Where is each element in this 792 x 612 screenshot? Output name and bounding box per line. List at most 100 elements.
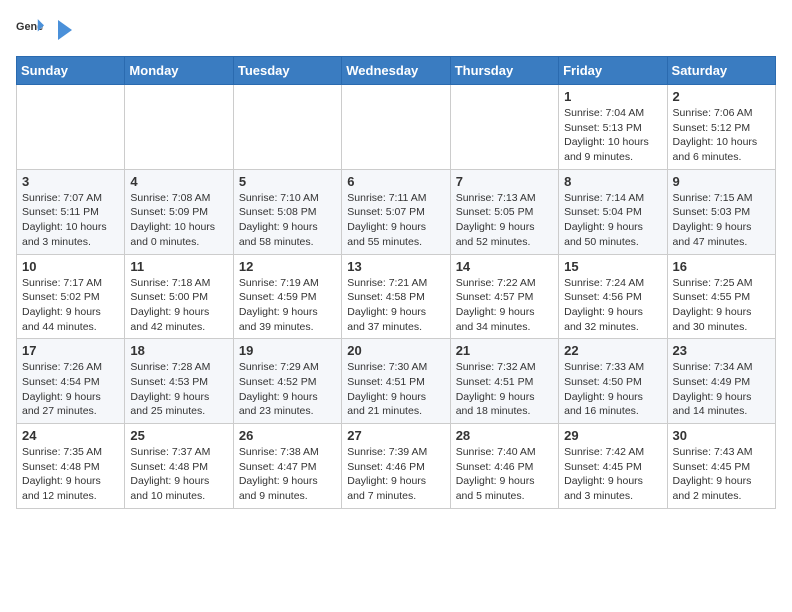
calendar-day-cell: 14 Sunrise: 7:22 AM Sunset: 4:57 PM Dayli…	[450, 254, 558, 339]
day-info: Sunrise: 7:40 AM Sunset: 4:46 PM Dayligh…	[456, 445, 553, 504]
calendar-day-cell: 23 Sunrise: 7:34 AM Sunset: 4:49 PM Dayli…	[667, 339, 775, 424]
day-number: 3	[22, 174, 119, 189]
day-number: 26	[239, 428, 336, 443]
weekday-header: Wednesday	[342, 57, 450, 85]
day-number: 13	[347, 259, 444, 274]
day-number: 7	[456, 174, 553, 189]
calendar-day-cell: 6 Sunrise: 7:11 AM Sunset: 5:07 PM Daylig…	[342, 169, 450, 254]
day-info: Sunrise: 7:08 AM Sunset: 5:09 PM Dayligh…	[130, 191, 227, 250]
calendar-day-cell: 19 Sunrise: 7:29 AM Sunset: 4:52 PM Dayli…	[233, 339, 341, 424]
day-info: Sunrise: 7:34 AM Sunset: 4:49 PM Dayligh…	[673, 360, 770, 419]
calendar-day-cell: 1 Sunrise: 7:04 AM Sunset: 5:13 PM Daylig…	[559, 85, 667, 170]
day-number: 17	[22, 343, 119, 358]
logo-arrow-icon	[52, 18, 76, 42]
calendar: SundayMondayTuesdayWednesdayThursdayFrid…	[16, 56, 776, 509]
day-info: Sunrise: 7:21 AM Sunset: 4:58 PM Dayligh…	[347, 276, 444, 335]
day-info: Sunrise: 7:30 AM Sunset: 4:51 PM Dayligh…	[347, 360, 444, 419]
day-number: 21	[456, 343, 553, 358]
day-info: Sunrise: 7:07 AM Sunset: 5:11 PM Dayligh…	[22, 191, 119, 250]
day-number: 5	[239, 174, 336, 189]
weekday-header: Sunday	[17, 57, 125, 85]
day-info: Sunrise: 7:17 AM Sunset: 5:02 PM Dayligh…	[22, 276, 119, 335]
calendar-day-cell: 28 Sunrise: 7:40 AM Sunset: 4:46 PM Dayli…	[450, 424, 558, 509]
day-info: Sunrise: 7:14 AM Sunset: 5:04 PM Dayligh…	[564, 191, 661, 250]
calendar-day-cell: 24 Sunrise: 7:35 AM Sunset: 4:48 PM Dayli…	[17, 424, 125, 509]
calendar-day-cell: 13 Sunrise: 7:21 AM Sunset: 4:58 PM Dayli…	[342, 254, 450, 339]
calendar-day-cell: 2 Sunrise: 7:06 AM Sunset: 5:12 PM Daylig…	[667, 85, 775, 170]
calendar-day-cell: 5 Sunrise: 7:10 AM Sunset: 5:08 PM Daylig…	[233, 169, 341, 254]
day-number: 25	[130, 428, 227, 443]
calendar-day-cell: 18Sunrise: 7:28 AM Sunset: 4:53 PM Dayli…	[125, 339, 233, 424]
calendar-day-cell: 7 Sunrise: 7:13 AM Sunset: 5:05 PM Daylig…	[450, 169, 558, 254]
day-number: 4	[130, 174, 227, 189]
day-number: 27	[347, 428, 444, 443]
logo-icon: General	[16, 16, 44, 44]
calendar-day-cell: 11Sunrise: 7:18 AM Sunset: 5:00 PM Dayli…	[125, 254, 233, 339]
calendar-day-cell: 17 Sunrise: 7:26 AM Sunset: 4:54 PM Dayli…	[17, 339, 125, 424]
calendar-day-cell: 15Sunrise: 7:24 AM Sunset: 4:56 PM Dayli…	[559, 254, 667, 339]
day-info: Sunrise: 7:28 AM Sunset: 4:53 PM Dayligh…	[130, 360, 227, 419]
day-info: Sunrise: 7:43 AM Sunset: 4:45 PM Dayligh…	[673, 445, 770, 504]
calendar-day-cell: 21 Sunrise: 7:32 AM Sunset: 4:51 PM Dayli…	[450, 339, 558, 424]
day-number: 16	[673, 259, 770, 274]
day-info: Sunrise: 7:29 AM Sunset: 4:52 PM Dayligh…	[239, 360, 336, 419]
weekday-header: Tuesday	[233, 57, 341, 85]
day-number: 14	[456, 259, 553, 274]
header: General	[16, 16, 776, 44]
weekday-header: Saturday	[667, 57, 775, 85]
day-info: Sunrise: 7:15 AM Sunset: 5:03 PM Dayligh…	[673, 191, 770, 250]
day-number: 9	[673, 174, 770, 189]
calendar-day-cell: 26 Sunrise: 7:38 AM Sunset: 4:47 PM Dayli…	[233, 424, 341, 509]
day-number: 1	[564, 89, 661, 104]
calendar-day-cell: 3 Sunrise: 7:07 AM Sunset: 5:11 PM Daylig…	[17, 169, 125, 254]
calendar-day-cell	[342, 85, 450, 170]
day-info: Sunrise: 7:37 AM Sunset: 4:48 PM Dayligh…	[130, 445, 227, 504]
calendar-day-cell: 30 Sunrise: 7:43 AM Sunset: 4:45 PM Dayli…	[667, 424, 775, 509]
day-info: Sunrise: 7:10 AM Sunset: 5:08 PM Dayligh…	[239, 191, 336, 250]
calendar-day-cell: 12 Sunrise: 7:19 AM Sunset: 4:59 PM Dayli…	[233, 254, 341, 339]
calendar-day-cell	[125, 85, 233, 170]
day-info: Sunrise: 7:24 AM Sunset: 4:56 PM Dayligh…	[564, 276, 661, 335]
day-number: 28	[456, 428, 553, 443]
day-info: Sunrise: 7:13 AM Sunset: 5:05 PM Dayligh…	[456, 191, 553, 250]
day-info: Sunrise: 7:06 AM Sunset: 5:12 PM Dayligh…	[673, 106, 770, 165]
day-number: 6	[347, 174, 444, 189]
day-info: Sunrise: 7:35 AM Sunset: 4:48 PM Dayligh…	[22, 445, 119, 504]
weekday-header: Friday	[559, 57, 667, 85]
calendar-week-row: 24 Sunrise: 7:35 AM Sunset: 4:48 PM Dayli…	[17, 424, 776, 509]
day-number: 29	[564, 428, 661, 443]
calendar-day-cell: 16 Sunrise: 7:25 AM Sunset: 4:55 PM Dayli…	[667, 254, 775, 339]
day-number: 22	[564, 343, 661, 358]
day-info: Sunrise: 7:25 AM Sunset: 4:55 PM Dayligh…	[673, 276, 770, 335]
calendar-day-cell: 9 Sunrise: 7:15 AM Sunset: 5:03 PM Daylig…	[667, 169, 775, 254]
calendar-day-cell	[17, 85, 125, 170]
day-info: Sunrise: 7:38 AM Sunset: 4:47 PM Dayligh…	[239, 445, 336, 504]
day-number: 24	[22, 428, 119, 443]
calendar-week-row: 17 Sunrise: 7:26 AM Sunset: 4:54 PM Dayli…	[17, 339, 776, 424]
calendar-day-cell: 4 Sunrise: 7:08 AM Sunset: 5:09 PM Daylig…	[125, 169, 233, 254]
day-info: Sunrise: 7:32 AM Sunset: 4:51 PM Dayligh…	[456, 360, 553, 419]
calendar-day-cell: 27 Sunrise: 7:39 AM Sunset: 4:46 PM Dayli…	[342, 424, 450, 509]
calendar-day-cell	[450, 85, 558, 170]
day-number: 19	[239, 343, 336, 358]
day-number: 11	[130, 259, 227, 274]
logo: General	[16, 16, 76, 44]
calendar-week-row: 3 Sunrise: 7:07 AM Sunset: 5:11 PM Daylig…	[17, 169, 776, 254]
day-number: 23	[673, 343, 770, 358]
day-number: 2	[673, 89, 770, 104]
calendar-week-row: 1 Sunrise: 7:04 AM Sunset: 5:13 PM Daylig…	[17, 85, 776, 170]
day-info: Sunrise: 7:39 AM Sunset: 4:46 PM Dayligh…	[347, 445, 444, 504]
day-info: Sunrise: 7:11 AM Sunset: 5:07 PM Dayligh…	[347, 191, 444, 250]
calendar-header-row: SundayMondayTuesdayWednesdayThursdayFrid…	[17, 57, 776, 85]
day-number: 30	[673, 428, 770, 443]
weekday-header: Thursday	[450, 57, 558, 85]
day-info: Sunrise: 7:19 AM Sunset: 4:59 PM Dayligh…	[239, 276, 336, 335]
day-number: 20	[347, 343, 444, 358]
calendar-day-cell: 25 Sunrise: 7:37 AM Sunset: 4:48 PM Dayli…	[125, 424, 233, 509]
day-info: Sunrise: 7:26 AM Sunset: 4:54 PM Dayligh…	[22, 360, 119, 419]
day-info: Sunrise: 7:22 AM Sunset: 4:57 PM Dayligh…	[456, 276, 553, 335]
calendar-day-cell: 22Sunrise: 7:33 AM Sunset: 4:50 PM Dayli…	[559, 339, 667, 424]
day-number: 12	[239, 259, 336, 274]
day-number: 10	[22, 259, 119, 274]
day-info: Sunrise: 7:04 AM Sunset: 5:13 PM Dayligh…	[564, 106, 661, 165]
